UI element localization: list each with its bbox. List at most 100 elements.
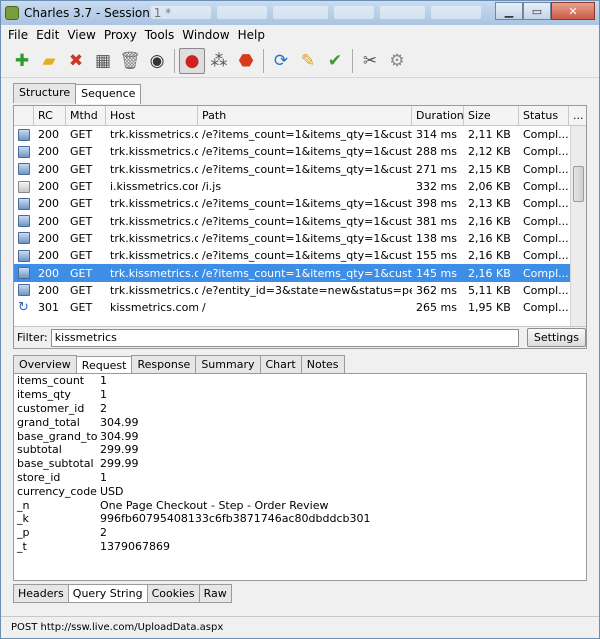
cell-size: 2,13 KB <box>468 197 511 211</box>
open-folder-icon[interactable]: ▰ <box>36 48 62 74</box>
param-row[interactable]: currency_code USD <box>14 484 586 498</box>
cell-method: GET <box>70 266 93 280</box>
cell-status: Compl... <box>523 214 569 228</box>
cell-host: trk.kissmetrics.co... <box>110 266 198 280</box>
table-row[interactable]: 200 GET trk.kissmetrics.co... /e?items_coun… <box>14 161 572 178</box>
cell-path: /e?items_count=1&items_qty=1&customer... <box>202 231 412 245</box>
vertical-scrollbar[interactable] <box>570 126 586 326</box>
breakpoint-stop-icon[interactable]: ⬣ <box>233 48 259 74</box>
param-row[interactable]: _p 2 <box>14 526 586 540</box>
tab-sequence[interactable]: Sequence <box>75 84 142 104</box>
subtab-headers[interactable]: Headers <box>13 584 69 603</box>
param-row[interactable]: subtotal 299.99 <box>14 443 586 457</box>
scrollbar-thumb[interactable] <box>573 166 584 202</box>
cell-status: Compl... <box>523 301 569 315</box>
header-path[interactable]: Path <box>198 106 412 125</box>
param-row[interactable]: base_subtotal 299.99 <box>14 457 586 471</box>
edit-pencil-icon[interactable]: ✎ <box>295 48 321 74</box>
subtab-cookies[interactable]: Cookies <box>146 584 200 603</box>
param-row[interactable]: customer_id 2 <box>14 402 586 416</box>
tab-response[interactable]: Response <box>131 355 197 374</box>
tab-chart[interactable]: Chart <box>259 355 302 374</box>
header-more[interactable]: ... <box>569 106 586 125</box>
menu-edit[interactable]: Edit <box>35 28 60 42</box>
cell-duration: 271 ms <box>416 162 457 176</box>
cell-method: GET <box>70 180 93 194</box>
param-row[interactable]: store_id 1 <box>14 471 586 485</box>
table-row[interactable]: 200 GET trk.kissmetrics.co... /e?items_coun… <box>14 126 572 143</box>
filter-input[interactable] <box>50 328 519 347</box>
tab-structure[interactable]: Structure <box>13 83 77 103</box>
cell-size: 2,12 KB <box>468 145 511 159</box>
settings-gear-icon[interactable]: ⚙ <box>384 48 410 74</box>
cell-method: GET <box>70 128 93 142</box>
menu-help[interactable]: Help <box>237 28 266 42</box>
cell-size: 2,16 KB <box>468 231 511 245</box>
close-session-icon[interactable]: ✖ <box>63 48 89 74</box>
subtab-query-string[interactable]: Query String <box>67 584 148 603</box>
table-row[interactable]: 200 GET trk.kissmetrics.co... /e?items_coun… <box>14 230 572 247</box>
toolbar-separator <box>174 48 175 73</box>
header-size[interactable]: Size <box>464 106 519 125</box>
close-button[interactable]: ✕ <box>551 2 595 20</box>
cell-host: trk.kissmetrics.co... <box>110 128 198 142</box>
toolbar-separator <box>263 48 264 73</box>
menu-tools[interactable]: Tools <box>144 28 176 42</box>
trash-icon[interactable]: 🗑 <box>117 48 143 74</box>
validate-check-icon[interactable]: ✔ <box>322 48 348 74</box>
cell-status: Compl... <box>523 128 569 142</box>
menu-file[interactable]: File <box>7 28 29 42</box>
menu-window[interactable]: Window <box>181 28 230 42</box>
param-row[interactable]: items_count 1 <box>14 374 586 388</box>
subtab-raw[interactable]: Raw <box>198 584 232 603</box>
header-host[interactable]: Host <box>106 106 198 125</box>
cell-rc: 200 <box>38 249 59 263</box>
param-row[interactable]: _t 1379067869 <box>14 540 586 554</box>
table-row[interactable]: 200 GET trk.kissmetrics.co... /e?items_coun… <box>14 143 572 160</box>
cell-host: trk.kissmetrics.co... <box>110 145 198 159</box>
cell-method: GET <box>70 301 93 315</box>
menu-proxy[interactable]: Proxy <box>103 28 138 42</box>
menu-view[interactable]: View <box>66 28 96 42</box>
header-method[interactable]: Mthd <box>66 106 106 125</box>
table-row[interactable]: 200 GET trk.kissmetrics.co... /e?items_coun… <box>14 247 572 264</box>
header-duration[interactable]: Duration <box>412 106 464 125</box>
header-status[interactable]: Status <box>519 106 569 125</box>
tab-notes[interactable]: Notes <box>300 355 345 374</box>
table-row[interactable]: 200 GET trk.kissmetrics.co... /e?items_coun… <box>14 195 572 212</box>
tab-overview[interactable]: Overview <box>13 355 77 374</box>
query-string-table: items_count 1 items_qty 1 customer_id 2 grand_… <box>13 373 587 581</box>
request-icon <box>18 249 30 262</box>
cell-size: 2,16 KB <box>468 249 511 263</box>
param-row[interactable]: grand_total 304.99 <box>14 415 586 429</box>
throttle-icon[interactable]: ⁂ <box>206 48 232 74</box>
row-icon-cell <box>14 145 34 158</box>
param-row[interactable]: _n One Page Checkout - Step - Order Revie… <box>14 498 586 512</box>
cell-duration: 288 ms <box>416 145 457 159</box>
table-row[interactable]: ↻ 301 GET kissmetrics.com / 265 ms 1,95 KB Comp… <box>14 299 572 316</box>
header-rc[interactable]: RC <box>34 106 66 125</box>
refresh-icon[interactable]: ⟳ <box>268 48 294 74</box>
save-icon[interactable]: ▦ <box>90 48 116 74</box>
cell-method: GET <box>70 249 93 263</box>
param-row[interactable]: items_qty 1 <box>14 388 586 402</box>
new-session-icon[interactable]: ✚ <box>9 48 35 74</box>
table-row[interactable]: 200 GET trk.kissmetrics.co... /e?items_coun… <box>14 264 572 282</box>
cell-rc: 200 <box>38 266 59 280</box>
cell-duration: 398 ms <box>416 197 457 211</box>
tools-icon[interactable]: ✂ <box>357 48 383 74</box>
param-row[interactable]: _k 996fb60795408133c6fb3871746ac80dbddcb3… <box>14 512 586 526</box>
table-row[interactable]: 200 GET i.kissmetrics.com/i.js 332 ms 2,06 K… <box>14 178 572 195</box>
param-row[interactable]: base_grand_total304.99 <box>14 429 586 443</box>
minimize-button[interactable]: ▁ <box>495 2 523 20</box>
row-icon-cell <box>14 267 34 280</box>
table-row[interactable]: 200 GET trk.kissmetrics.co... /e?items_coun… <box>14 212 572 229</box>
binoculars-icon[interactable]: ◉ <box>144 48 170 74</box>
table-row[interactable]: 200 GET trk.kissmetrics.co... /e?entity_id=… <box>14 282 572 299</box>
settings-button[interactable]: Settings <box>526 328 586 347</box>
cell-path: /e?items_count=1&items_qty=1&customer... <box>202 145 412 159</box>
tab-summary[interactable]: Summary <box>195 355 261 374</box>
maximize-button[interactable]: ▭ <box>523 2 551 20</box>
record-icon[interactable]: ● <box>179 47 205 74</box>
cell-rc: 200 <box>38 180 59 194</box>
